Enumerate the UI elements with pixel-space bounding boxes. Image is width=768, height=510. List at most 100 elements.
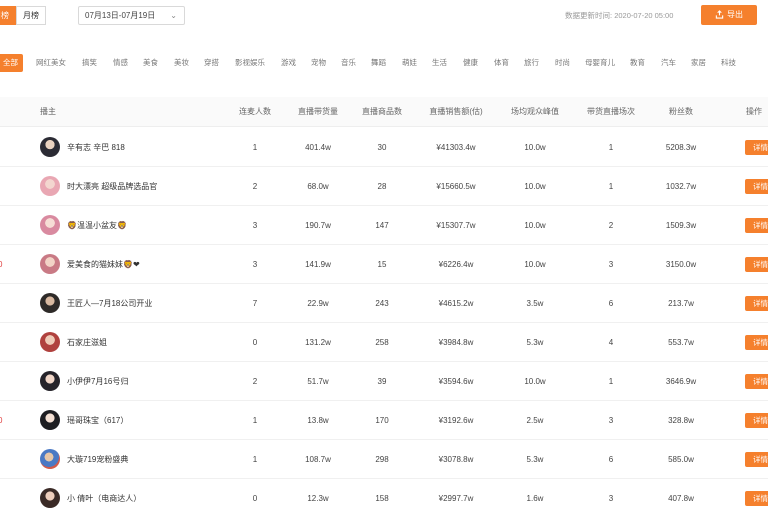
category-item[interactable]: 汽车 [661,54,676,72]
cell-value: 4 [608,338,614,347]
detail-button[interactable]: 详情 [745,452,768,467]
table-row[interactable]: 辛有志 辛巴 818 1 401.4w 30 ¥41303.4w 10.0w 1… [0,128,768,167]
avatar[interactable] [40,176,60,196]
category-item[interactable]: 影视娱乐 [235,54,265,72]
table-row[interactable]: 大璇719宠粉盛典 1 108.7w 298 ¥3078.8w 5.3w 6 5… [0,440,768,479]
category-item[interactable]: 旅行 [524,54,539,72]
category-item[interactable]: 萌娃 [402,54,417,72]
tab-week[interactable]: 周榜 [0,6,16,25]
cell-value: ¥15660.5w [436,182,476,191]
cell-value: 0 [252,338,258,347]
column-header[interactable]: 带货直播场次 [587,97,635,127]
cell-value: ¥2997.7w [438,494,474,503]
detail-button[interactable]: 详情 [745,413,768,428]
avatar[interactable] [40,488,60,508]
cell-value: ¥6226.4w [438,260,474,269]
category-item[interactable]: 美妆 [174,54,189,72]
category-item[interactable]: 时尚 [555,54,570,72]
category-item[interactable]: 网红美女 [36,54,66,72]
streamer-name[interactable]: 辛有志 辛巴 818 [67,128,125,167]
cell-value: 10.0w [524,143,546,152]
column-header[interactable]: 直播商品数 [362,97,402,127]
cell-value: 3646.9w [665,377,697,386]
category-item[interactable]: 教育 [630,54,645,72]
cell-value: 170 [375,416,389,425]
avatar[interactable] [40,215,60,235]
avatar[interactable] [40,332,60,352]
avatar[interactable] [40,137,60,157]
detail-button[interactable]: 详情 [745,140,768,155]
category-item[interactable]: 舞蹈 [371,54,386,72]
category-item[interactable]: 体育 [494,54,509,72]
cell-value: 147 [375,221,389,230]
table-row[interactable]: 时大漂亮 超级品牌选品官 2 68.0w 28 ¥15660.5w 10.0w … [0,167,768,206]
cell-value: 10.0w [524,221,546,230]
cell-value: 141.9w [305,260,331,269]
detail-button[interactable]: 详情 [745,257,768,272]
cell-value: 328.8w [668,416,694,425]
category-item[interactable]: 宠物 [311,54,326,72]
avatar[interactable] [40,254,60,274]
cell-value: 12.3w [307,494,329,503]
table-row[interactable]: 王匠人—7月18公司开业 7 22.9w 243 ¥4615.2w 3.5w 6… [0,284,768,323]
table-row[interactable]: 小伊伊7月16号归 2 51.7w 39 ¥3594.6w 10.0w 1 36… [0,362,768,401]
streamer-name[interactable]: 大璇719宠粉盛典 [67,440,128,479]
category-item[interactable]: 搞笑 [82,54,97,72]
cell-value: ¥15307.7w [436,221,476,230]
streamer-name[interactable]: 石家庄滋姐 [67,323,107,362]
cell-value: 22.9w [307,299,329,308]
cell-value: 407.8w [668,494,694,503]
period-toggle: 周榜 月榜 [0,6,46,25]
streamer-name[interactable]: 小 倩叶（电商达人） [67,479,141,510]
column-header[interactable]: 直播销售额(估) [429,97,482,127]
column-header[interactable]: 粉丝数 [669,97,693,127]
column-header[interactable]: 直播带货量 [298,97,338,127]
category-item[interactable]: 家居 [691,54,706,72]
category-item[interactable]: 穿搭 [204,54,219,72]
avatar[interactable] [40,293,60,313]
cell-value: 1 [252,416,258,425]
avatar[interactable] [40,410,60,430]
category-item[interactable]: 全部 [0,54,23,72]
date-range-select[interactable]: 07月13日-07月19日 ⌄ [78,6,185,25]
category-item[interactable]: 情感 [113,54,128,72]
detail-button[interactable]: 详情 [745,218,768,233]
category-item[interactable]: 美食 [143,54,158,72]
category-item[interactable]: 健康 [463,54,478,72]
export-button[interactable]: 导出 [701,5,757,25]
streamer-name[interactable]: 小伊伊7月16号归 [67,362,128,401]
detail-button[interactable]: 详情 [745,335,768,350]
detail-button[interactable]: 详情 [745,374,768,389]
column-header[interactable]: 连麦人数 [239,97,271,127]
cell-value: 7 [252,299,258,308]
avatar[interactable] [40,449,60,469]
category-item[interactable]: 音乐 [341,54,356,72]
category-item[interactable]: 游戏 [281,54,296,72]
detail-button[interactable]: 详情 [745,296,768,311]
streamer-name[interactable]: 爱美食的猫妹妹🦁❤ [67,245,140,284]
table-row[interactable]: 0 爱美食的猫妹妹🦁❤ 3 141.9w 15 ¥6226.4w 10.0w 3… [0,245,768,284]
detail-button[interactable]: 详情 [745,179,768,194]
streamer-name[interactable]: 瑶哥珠宝（617） [67,401,128,440]
avatar[interactable] [40,371,60,391]
table-row[interactable]: 0 瑶哥珠宝（617） 1 13.8w 170 ¥3192.6w 2.5w 3 … [0,401,768,440]
column-header[interactable]: 场均观众峰值 [511,97,559,127]
streamer-name[interactable]: 王匠人—7月18公司开业 [67,284,152,323]
table-row[interactable]: 🦁温温小盆友🦁 3 190.7w 147 ¥15307.7w 10.0w 2 1… [0,206,768,245]
cell-value: 5.3w [526,455,544,464]
cell-value: 28 [377,182,387,191]
category-item[interactable]: 母婴育儿 [585,54,615,72]
category-item[interactable]: 科技 [721,54,736,72]
streamer-name[interactable]: 时大漂亮 超级品牌选品官 [67,167,157,206]
cell-value: 298 [375,455,389,464]
streamer-name[interactable]: 🦁温温小盆友🦁 [67,206,127,245]
category-item[interactable]: 生活 [432,54,447,72]
cell-value: 131.2w [305,338,331,347]
tab-month[interactable]: 月榜 [16,6,46,25]
cell-value: 3150.0w [665,260,697,269]
cell-value: 2 [252,377,258,386]
cell-value: 51.7w [307,377,329,386]
table-row[interactable]: 石家庄滋姐 0 131.2w 258 ¥3984.8w 5.3w 4 553.7… [0,323,768,362]
table-row[interactable]: 小 倩叶（电商达人） 0 12.3w 158 ¥2997.7w 1.6w 3 4… [0,479,768,510]
detail-button[interactable]: 详情 [745,491,768,506]
